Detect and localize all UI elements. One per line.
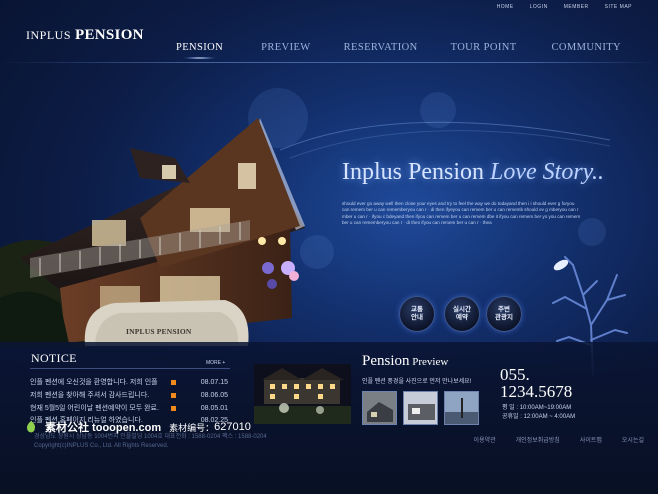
nav-item-reservation[interactable]: RESERVATION [344,42,418,53]
utility-link-member[interactable]: MEMBER [564,4,589,10]
pension-night-photo[interactable] [254,364,351,424]
hours-weekday: 평 일 : 10:00AM~19:00AM [502,405,572,411]
notice-item-title: 저희 펜션을 찾아해 주셔서 감사드립니다. [30,392,150,399]
notice-heading: NOTICE [31,351,77,365]
utility-nav: HOME LOGIN MEMBER SITE MAP [497,4,632,10]
business-hours: 평 일 : 10:00AM~19:00AM 공휴일 : 12:00AM ~ 4:… [502,404,575,422]
watermark: 素材公社 tooopen.com 素材编号： 627010 [25,419,251,435]
footer-link-terms[interactable]: 이용약관 [474,435,496,444]
utility-link-home[interactable]: HOME [497,4,514,10]
preview-title-main: Pension [362,353,410,369]
preview-title-accent: Preview [409,356,449,368]
nav-item-tour-point[interactable]: TOUR POINT [451,42,517,53]
footer-info: 경상남도 창원시 상남동 1004번지 인플빌딩 1004호 대표전화 : 15… [34,433,267,451]
notice-item[interactable]: 저희 펜션을 찾아해 주셔서 감사드립니다. 08.06.05 [30,390,228,400]
new-badge-icon [171,392,176,398]
hero-title-accent: Love Story.. [484,159,605,185]
notice-divider [30,368,230,369]
quick-button-label: 실시간 예약 [453,306,471,321]
phone-area-code: 055. [500,365,530,384]
new-badge-icon [171,379,176,385]
watermark-number: 627010 [214,421,251,433]
hours-holiday: 공휴일 : 12:00AM ~ 4:00AM [502,414,576,420]
footer-link-privacy[interactable]: 개인정보취급방침 [516,435,560,444]
contact-phone: 055. 1234.5678 [500,366,572,400]
new-badge-icon [171,405,176,411]
main-nav: PENSION PREVIEW RESERVATION TOUR POINT C… [176,42,622,59]
utility-link-sitemap[interactable]: SITE MAP [605,4,632,10]
notice-item-date: 08.06.05 [200,391,228,399]
site-logo[interactable]: INPLUS PENSION [26,26,144,44]
watermark-site: 素材公社 tooopen.com [45,422,162,434]
footer-link-directions[interactable]: 오시는길 [622,435,644,444]
hero-title: Inplus Pension Love Story.. [342,159,604,186]
nav-divider [0,62,658,63]
nav-item-pension[interactable]: PENSION [176,42,223,59]
notice-more-link[interactable]: MORE + [206,360,225,366]
nav-item-community[interactable]: COMMUNITY [552,42,622,53]
notice-item-date: 08.07.15 [200,378,228,386]
quick-button-tour[interactable]: 주변 관광지 [486,296,522,332]
utility-link-login[interactable]: LOGIN [530,4,548,10]
footer-link-sitemap[interactable]: 사이트맵 [580,435,602,444]
preview-thumbnail[interactable] [362,391,397,425]
watermark-number-label: 素材编号： [169,422,215,433]
bokeh-light [578,218,606,246]
notice-item-title: 인플 펜션에 오신것을 환영합니다. 저희 인플 [30,379,158,386]
notice-item[interactable]: 인플 펜션에 오신것을 환영합니다. 저희 인플 08.07.15 [30,377,228,387]
preview-thumbnail[interactable] [403,391,438,425]
hero-body-text: should ever go away well then close your… [342,201,581,226]
quick-button-label: 교통 안내 [411,306,423,321]
logo-text-inplus: INPLUS [26,28,72,42]
preview-heading: Pension Preview [362,352,448,370]
quick-button-directions[interactable]: 교통 안내 [399,296,435,332]
nav-item-preview[interactable]: PREVIEW [261,42,310,53]
notice-item[interactable]: 현재 5월5일 어린이날 펜션예약이 모두 완료. 08.05.01 [30,403,228,413]
notice-item-date: 08.05.01 [200,404,228,412]
footer-links: 이용약관 개인정보취급방침 사이트맵 오시는길 [474,435,644,444]
hero-title-main: Inplus Pension [342,159,485,185]
footer-copyright: Copyright(c)INPLUS Co., Ltd. All Rights … [34,443,169,449]
notice-item-title: 현재 5월5일 어린이날 펜션예약이 모두 완료. [30,405,159,412]
phone-number: 1234.5678 [500,382,573,401]
logo-text-pension: PENSION [75,27,144,43]
quick-button-reservation[interactable]: 실시간 예약 [444,296,480,332]
quick-button-label: 주변 관광지 [495,306,513,321]
leaf-logo-icon [27,421,35,433]
preview-thumbnail[interactable] [444,391,479,425]
rock-sign-label: INPLUS PENSION [126,327,192,336]
page: HOME LOGIN MEMBER SITE MAP INPLUS PENSIO… [0,0,658,494]
preview-subtitle: 인플 펜션 풍경을 사진으로 먼저 만나보세요! [362,379,472,385]
